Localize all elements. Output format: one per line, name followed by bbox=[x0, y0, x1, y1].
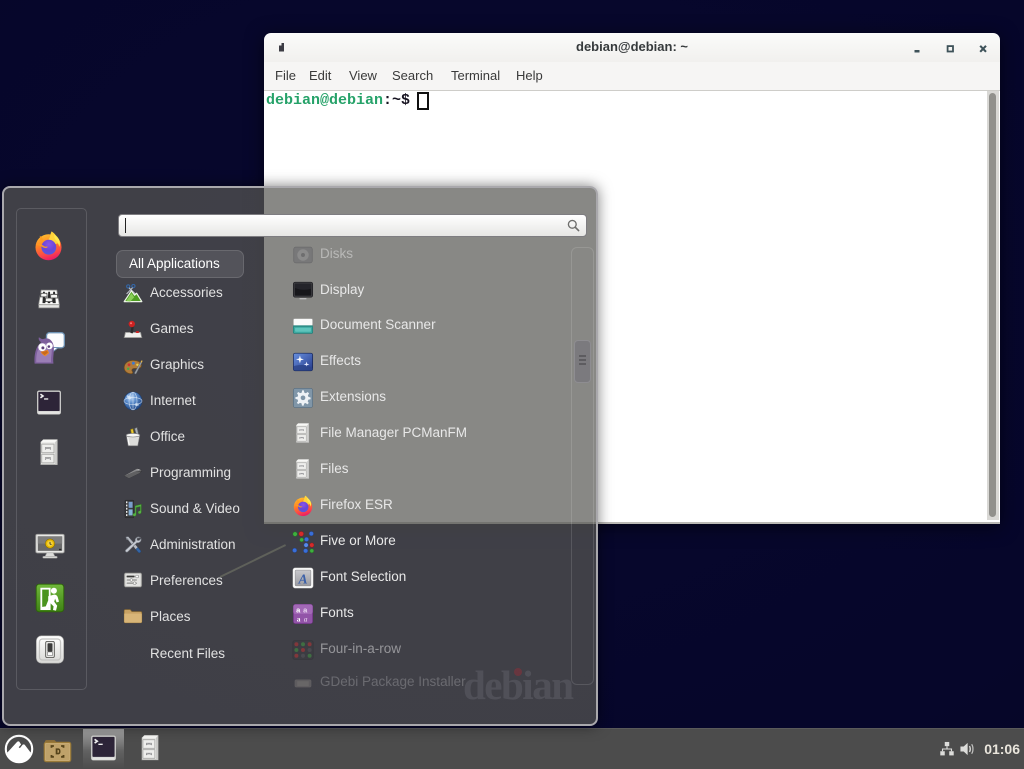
svg-text:a: a bbox=[304, 614, 308, 623]
svg-text:A: A bbox=[297, 572, 307, 587]
svg-text:a: a bbox=[297, 614, 301, 623]
